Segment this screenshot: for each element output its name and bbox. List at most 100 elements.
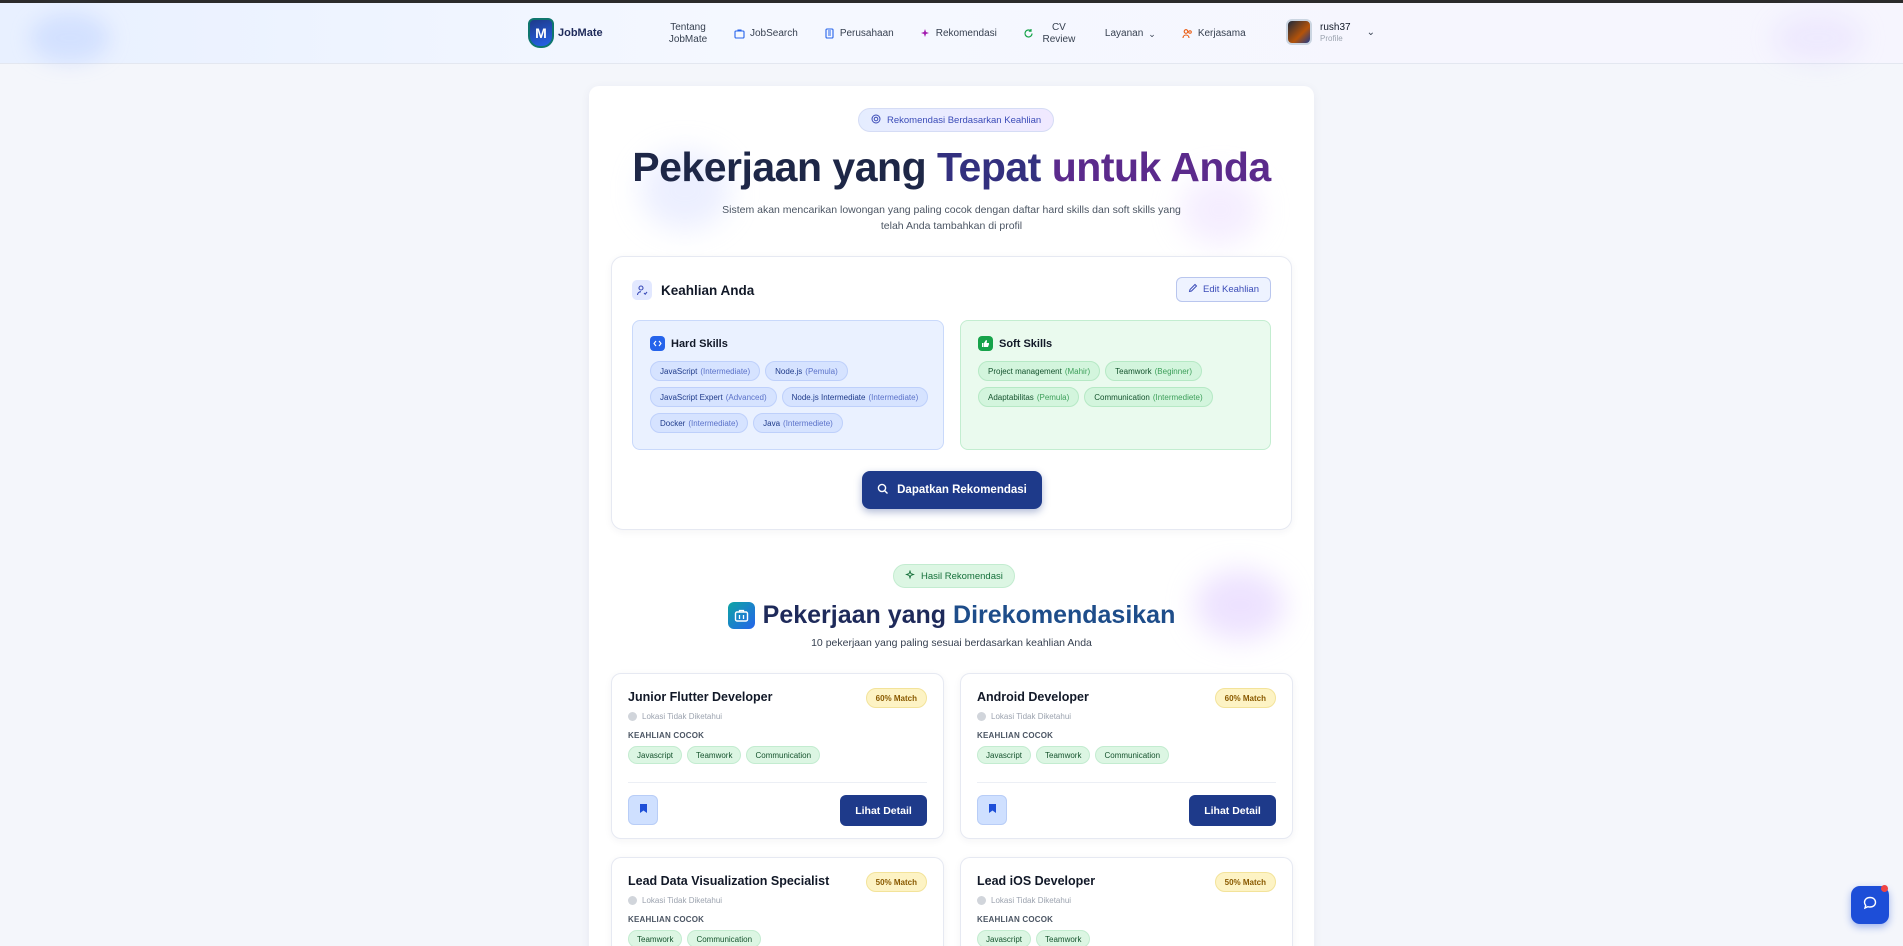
soft-skills-title: Soft Skills [999,337,1053,350]
results-title: Pekerjaan yang Direkomendasikan [589,601,1314,630]
location-icon [977,896,986,905]
hard-skills-title: Hard Skills [671,337,728,350]
main-nav: Tentang JobMate JobSearch Perusahaan Reko… [668,3,1272,64]
matched-skills-label: KEAHLIAN COCOK [977,731,1054,740]
nav-tentang-jobmate[interactable]: Tentang JobMate [668,22,708,46]
view-detail-button[interactable]: Lihat Detail [840,795,927,826]
matched-skills-label: KEAHLIAN COCOK [628,731,705,740]
job-location: Lokasi Tidak Diketahui [642,896,723,905]
bookmark-button[interactable] [977,795,1007,825]
location-icon [977,712,986,721]
job-title[interactable]: Lead iOS Developer [977,874,1095,888]
page-subtitle: Sistem akan mencarikan lowongan yang pal… [722,204,1181,232]
skill-chip: Javascript [977,930,1032,946]
search-icon [877,483,889,498]
jobmate-logo-icon: M [528,18,554,48]
chevron-down-icon: ⌄ [1148,28,1156,39]
location-icon [628,896,637,905]
results-subtitle: 10 pekerjaan yang paling sesuai berdasar… [811,637,1092,649]
sparkles-icon [905,569,915,583]
match-badge: 50% Match [865,872,927,892]
navbar: M JobMate Tentang JobMate JobSearch Perus… [0,3,1903,64]
skill-chip: Java (Intermediete) [753,413,843,433]
avatar [1286,19,1312,45]
matched-skills-list: Javascript Teamwork Communication [628,746,821,764]
edit-skills-button[interactable]: Edit Keahlian [1176,277,1271,302]
thumbs-up-icon [978,336,993,351]
skills-title: Keahlian Anda [661,283,755,298]
bookmark-icon [639,801,648,819]
hard-skills-list: JavaScript (Intermediate) Node.js (Pemula)… [650,361,940,433]
skill-chip: Communication [1095,746,1170,764]
skill-chip: JavaScript Expert (Advanced) [650,387,777,407]
code-icon [650,336,665,351]
notification-dot [1881,885,1888,892]
job-card[interactable]: Android Developer 60% Match Lokasi Tidak… [960,673,1293,839]
match-badge: 50% Match [1214,872,1276,892]
users-icon [1182,28,1193,39]
skill-chip: Node.js Intermediate (Intermediate) [781,387,929,407]
job-card[interactable]: Lead iOS Developer 50% Match Lokasi Tida… [960,857,1293,946]
soft-skills-box: Soft Skills Project management (Mahir) Te… [960,320,1271,450]
nav-kerjasama[interactable]: Kerjasama [1182,28,1246,40]
page-title: Pekerjaan yang Tepat untuk Anda [632,144,1271,190]
job-title[interactable]: Lead Data Visualization Specialist [628,874,829,888]
sparkles-icon [920,28,931,39]
matched-skills-list: Javascript Teamwork [977,930,1091,946]
job-card[interactable]: Junior Flutter Developer 60% Match Lokas… [611,673,944,839]
job-card[interactable]: Lead Data Visualization Specialist 50% M… [611,857,944,946]
matched-skills-list: Javascript Teamwork Communication [977,746,1170,764]
location-icon [628,712,637,721]
skill-chip: Adaptabilitas (Pemula) [978,387,1080,407]
building-icon [824,28,835,39]
briefcase-icon [734,28,745,39]
skill-chip: Teamwork [628,930,683,946]
bookmark-button[interactable] [628,795,658,825]
user-menu[interactable]: rush37 Profile ⌄ [1286,19,1375,45]
matched-skills-label: KEAHLIAN COCOK [977,915,1054,924]
target-icon [871,114,881,127]
hero-badge: Rekomendasi Berdasarkan Keahlian [858,108,1055,132]
user-subtitle: Profile [1320,33,1343,43]
skill-chip: Teamwork [1036,746,1091,764]
skill-chip: Teamwork [1036,930,1091,946]
soft-skills-list: Project management (Mahir) Teamwork (Begin… [978,361,1268,407]
briefcase-icon [727,602,755,629]
user-skill-icon [632,280,652,300]
job-location: Lokasi Tidak Diketahui [642,712,723,721]
logo-text: JobMate [558,27,603,39]
match-badge: 60% Match [865,688,927,708]
skill-chip: Communication [687,930,762,946]
hard-skills-box: Hard Skills JavaScript (Intermediate) Nod… [632,320,944,450]
user-name: rush37 [1320,21,1351,33]
job-location: Lokasi Tidak Diketahui [991,712,1072,721]
job-title[interactable]: Junior Flutter Developer [628,690,772,704]
match-badge: 60% Match [1214,688,1276,708]
skill-chip: Javascript [977,746,1032,764]
skill-chip: JavaScript (Intermediate) [650,361,761,381]
nav-perusahaan[interactable]: Perusahaan [824,28,894,40]
matched-skills-list: Teamwork Communication [628,930,762,946]
nav-cv-review[interactable]: CV Review [1023,22,1079,46]
skill-chip: Teamwork [687,746,742,764]
divider [977,782,1276,783]
bookmark-icon [988,801,997,819]
skill-chip: Teamwork (Beginner) [1105,361,1202,381]
nav-rekomendasi[interactable]: Rekomendasi [920,28,997,40]
job-title[interactable]: Android Developer [977,690,1089,704]
nav-jobsearch[interactable]: JobSearch [734,28,798,40]
chevron-down-icon[interactable]: ⌄ [1367,27,1375,38]
skill-chip: Javascript [628,746,683,764]
get-recommendations-button[interactable]: Dapatkan Rekomendasi [862,471,1042,509]
pencil-icon [1188,283,1198,296]
skill-chip: Communication [746,746,821,764]
job-location: Lokasi Tidak Diketahui [991,896,1072,905]
chat-icon [1862,895,1878,916]
view-detail-button[interactable]: Lihat Detail [1189,795,1276,826]
nav-layanan[interactable]: Layanan ⌄ [1105,28,1156,40]
skill-chip: Docker (Intermediate) [650,413,749,433]
matched-skills-label: KEAHLIAN COCOK [628,915,705,924]
skill-chip: Project management (Mahir) [978,361,1101,381]
results-badge: Hasil Rekomendasi [893,564,1015,588]
logo[interactable]: M JobMate [528,18,603,48]
